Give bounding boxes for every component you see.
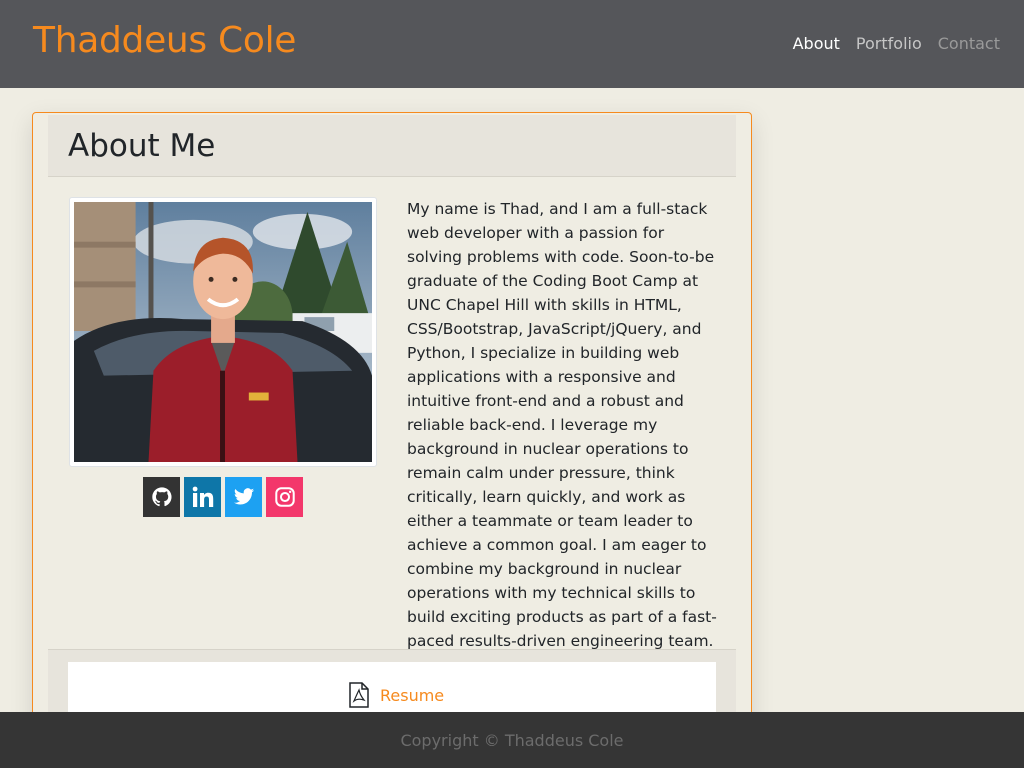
resume-label: Resume — [380, 685, 445, 705]
about-card: About Me My name is Thad, and I am a ful… — [32, 112, 752, 753]
twitter-icon — [233, 488, 254, 505]
nav-item-contact[interactable]: Contact — [938, 32, 1000, 56]
linkedin-icon — [192, 486, 213, 507]
instagram-icon — [274, 487, 295, 507]
brand-link[interactable]: Thaddeus Cole — [33, 19, 296, 63]
navbar: Thaddeus Cole About Portfolio Contact — [0, 0, 1024, 88]
page-footer: Copyright © Thaddeus Cole — [0, 712, 1024, 768]
bio-text: My name is Thad, and I am a full-stack w… — [407, 200, 717, 650]
twitter-button[interactable] — [225, 477, 262, 517]
copyright-text: Copyright © Thaddeus Cole — [400, 730, 624, 750]
github-icon — [151, 487, 172, 507]
social-links — [143, 477, 303, 517]
linkedin-button[interactable] — [184, 477, 221, 517]
nav-item-portfolio[interactable]: Portfolio — [856, 32, 922, 56]
profile-photo — [74, 202, 372, 462]
page-title: About Me — [68, 128, 216, 164]
nav-item-about[interactable]: About — [793, 32, 840, 56]
card-header: About Me — [48, 115, 736, 177]
profile-photo-frame — [69, 197, 377, 467]
instagram-button[interactable] — [266, 477, 303, 517]
resume-link[interactable]: Resume — [348, 682, 444, 708]
github-button[interactable] — [143, 477, 180, 517]
nav-menu: About Portfolio Contact — [793, 32, 1000, 56]
pdf-file-icon — [349, 682, 369, 708]
